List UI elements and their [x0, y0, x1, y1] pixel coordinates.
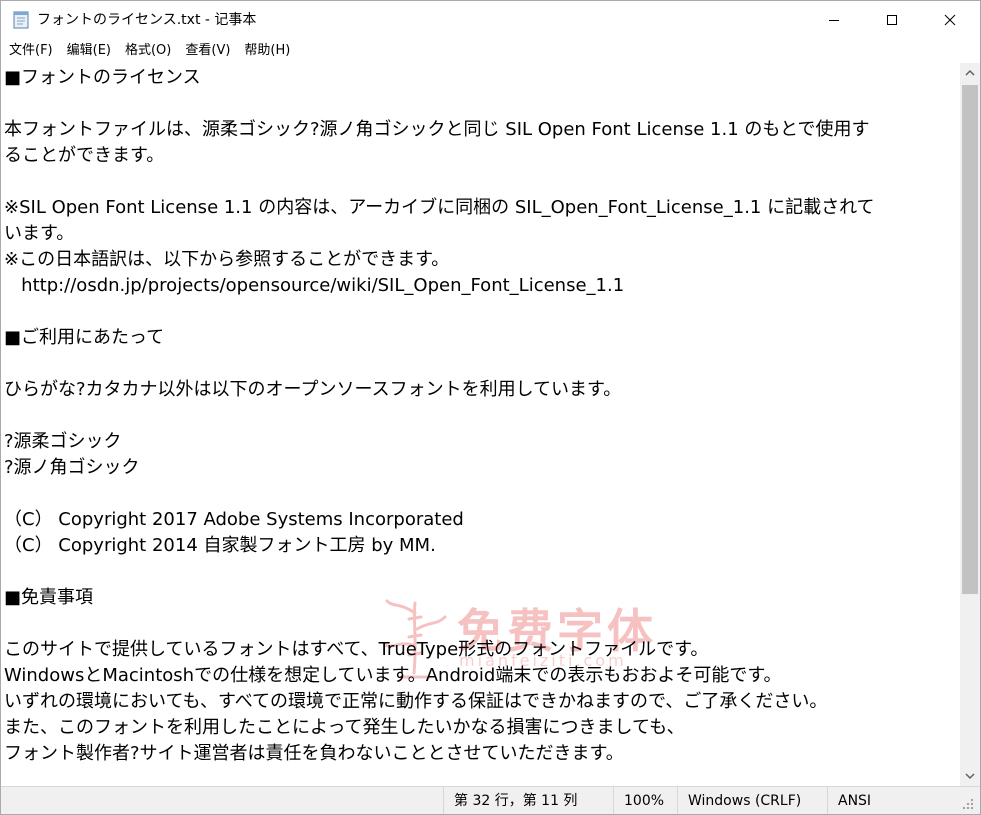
- text-line: ひらがな?カタカナ以外は以下のオープンソースフォントを利用しています。: [4, 379, 622, 400]
- status-zoom: 100%: [613, 787, 677, 814]
- text-line: ?源柔ゴシック: [4, 431, 122, 452]
- maximize-button[interactable]: [863, 1, 921, 39]
- text-line: ■ご利用にあたって: [4, 327, 165, 348]
- minimize-icon: [829, 20, 839, 21]
- status-encoding: ANSI: [827, 787, 960, 814]
- menu-help[interactable]: 帮助(H): [236, 39, 296, 62]
- text-line: フォント製作者?サイト運営者は責任を負わないこととさせていただきます。: [4, 743, 624, 764]
- text-line: （C） Copyright 2017 Adobe Systems Incorpo…: [4, 509, 464, 530]
- scroll-up-button[interactable]: [960, 63, 980, 83]
- text-line: いずれの環境においても、すべての環境で正常に動作する保証はできかねますので、ご了…: [4, 691, 828, 712]
- text-line: このサイトで提供しているフォントはすべて、TrueType形式のフォントファイル…: [4, 639, 709, 660]
- resize-grip-icon[interactable]: [961, 797, 975, 811]
- maximize-icon: [887, 15, 897, 25]
- vertical-scrollbar[interactable]: [960, 63, 980, 786]
- text-editor[interactable]: 免费字体 mianfeiziti.com ■フォントのライセンス 本フォントファイ…: [1, 63, 960, 786]
- text-line: ※SIL Open Font License 1.1 の内容は、アーカイブに同梱…: [4, 197, 875, 218]
- close-icon: [944, 14, 956, 26]
- window-title: フォントのライセンス.txt - 记事本: [37, 12, 257, 28]
- status-cursor-position: 第 32 行，第 11 列: [443, 787, 613, 814]
- notepad-window: フォントのライセンス.txt - 记事本 文件(F) 编辑(E) 格式(O) 查…: [0, 0, 981, 815]
- text-line: また、このフォントを利用したことによって発生したいかなる損害につきましても、: [4, 717, 685, 738]
- scroll-up-arrow-icon: [965, 69, 975, 76]
- minimize-button[interactable]: [805, 1, 863, 39]
- scroll-down-arrow-icon: [965, 773, 975, 780]
- scroll-thumb[interactable]: [962, 85, 978, 594]
- scroll-down-button[interactable]: [960, 766, 980, 786]
- text-line: 本フォントファイルは、源柔ゴシック?源ノ角ゴシックと同じ SIL Open Fo…: [4, 119, 870, 140]
- text-line: （C） Copyright 2014 自家製フォント工房 by MM.: [4, 535, 436, 556]
- menu-file[interactable]: 文件(F): [1, 39, 59, 62]
- text-line: います。: [4, 223, 75, 244]
- text-line: ■免責事項: [4, 587, 94, 608]
- text-line: ?源ノ角ゴシック: [4, 457, 140, 478]
- menu-format[interactable]: 格式(O): [117, 39, 177, 62]
- text-line: WindowsとMacintoshでの仕様を想定しています。Android端末で…: [4, 665, 782, 686]
- text-line: http://osdn.jp/projects/opensource/wiki/…: [4, 275, 625, 296]
- title-bar[interactable]: フォントのライセンス.txt - 记事本: [1, 1, 980, 39]
- text-line: ※この日本語訳は、以下から参照することができます。: [4, 249, 450, 270]
- close-button[interactable]: [921, 1, 979, 39]
- text-line: ■フォントのライセンス: [4, 67, 201, 88]
- menu-bar: 文件(F) 编辑(E) 格式(O) 查看(V) 帮助(H): [1, 39, 980, 62]
- menu-view[interactable]: 查看(V): [177, 39, 236, 62]
- notepad-icon: [13, 11, 29, 29]
- menu-edit[interactable]: 编辑(E): [59, 39, 117, 62]
- status-line-ending: Windows (CRLF): [677, 787, 827, 814]
- status-bar: 第 32 行，第 11 列 100% Windows (CRLF) ANSI: [1, 786, 980, 814]
- text-line: ることができます。: [4, 145, 165, 166]
